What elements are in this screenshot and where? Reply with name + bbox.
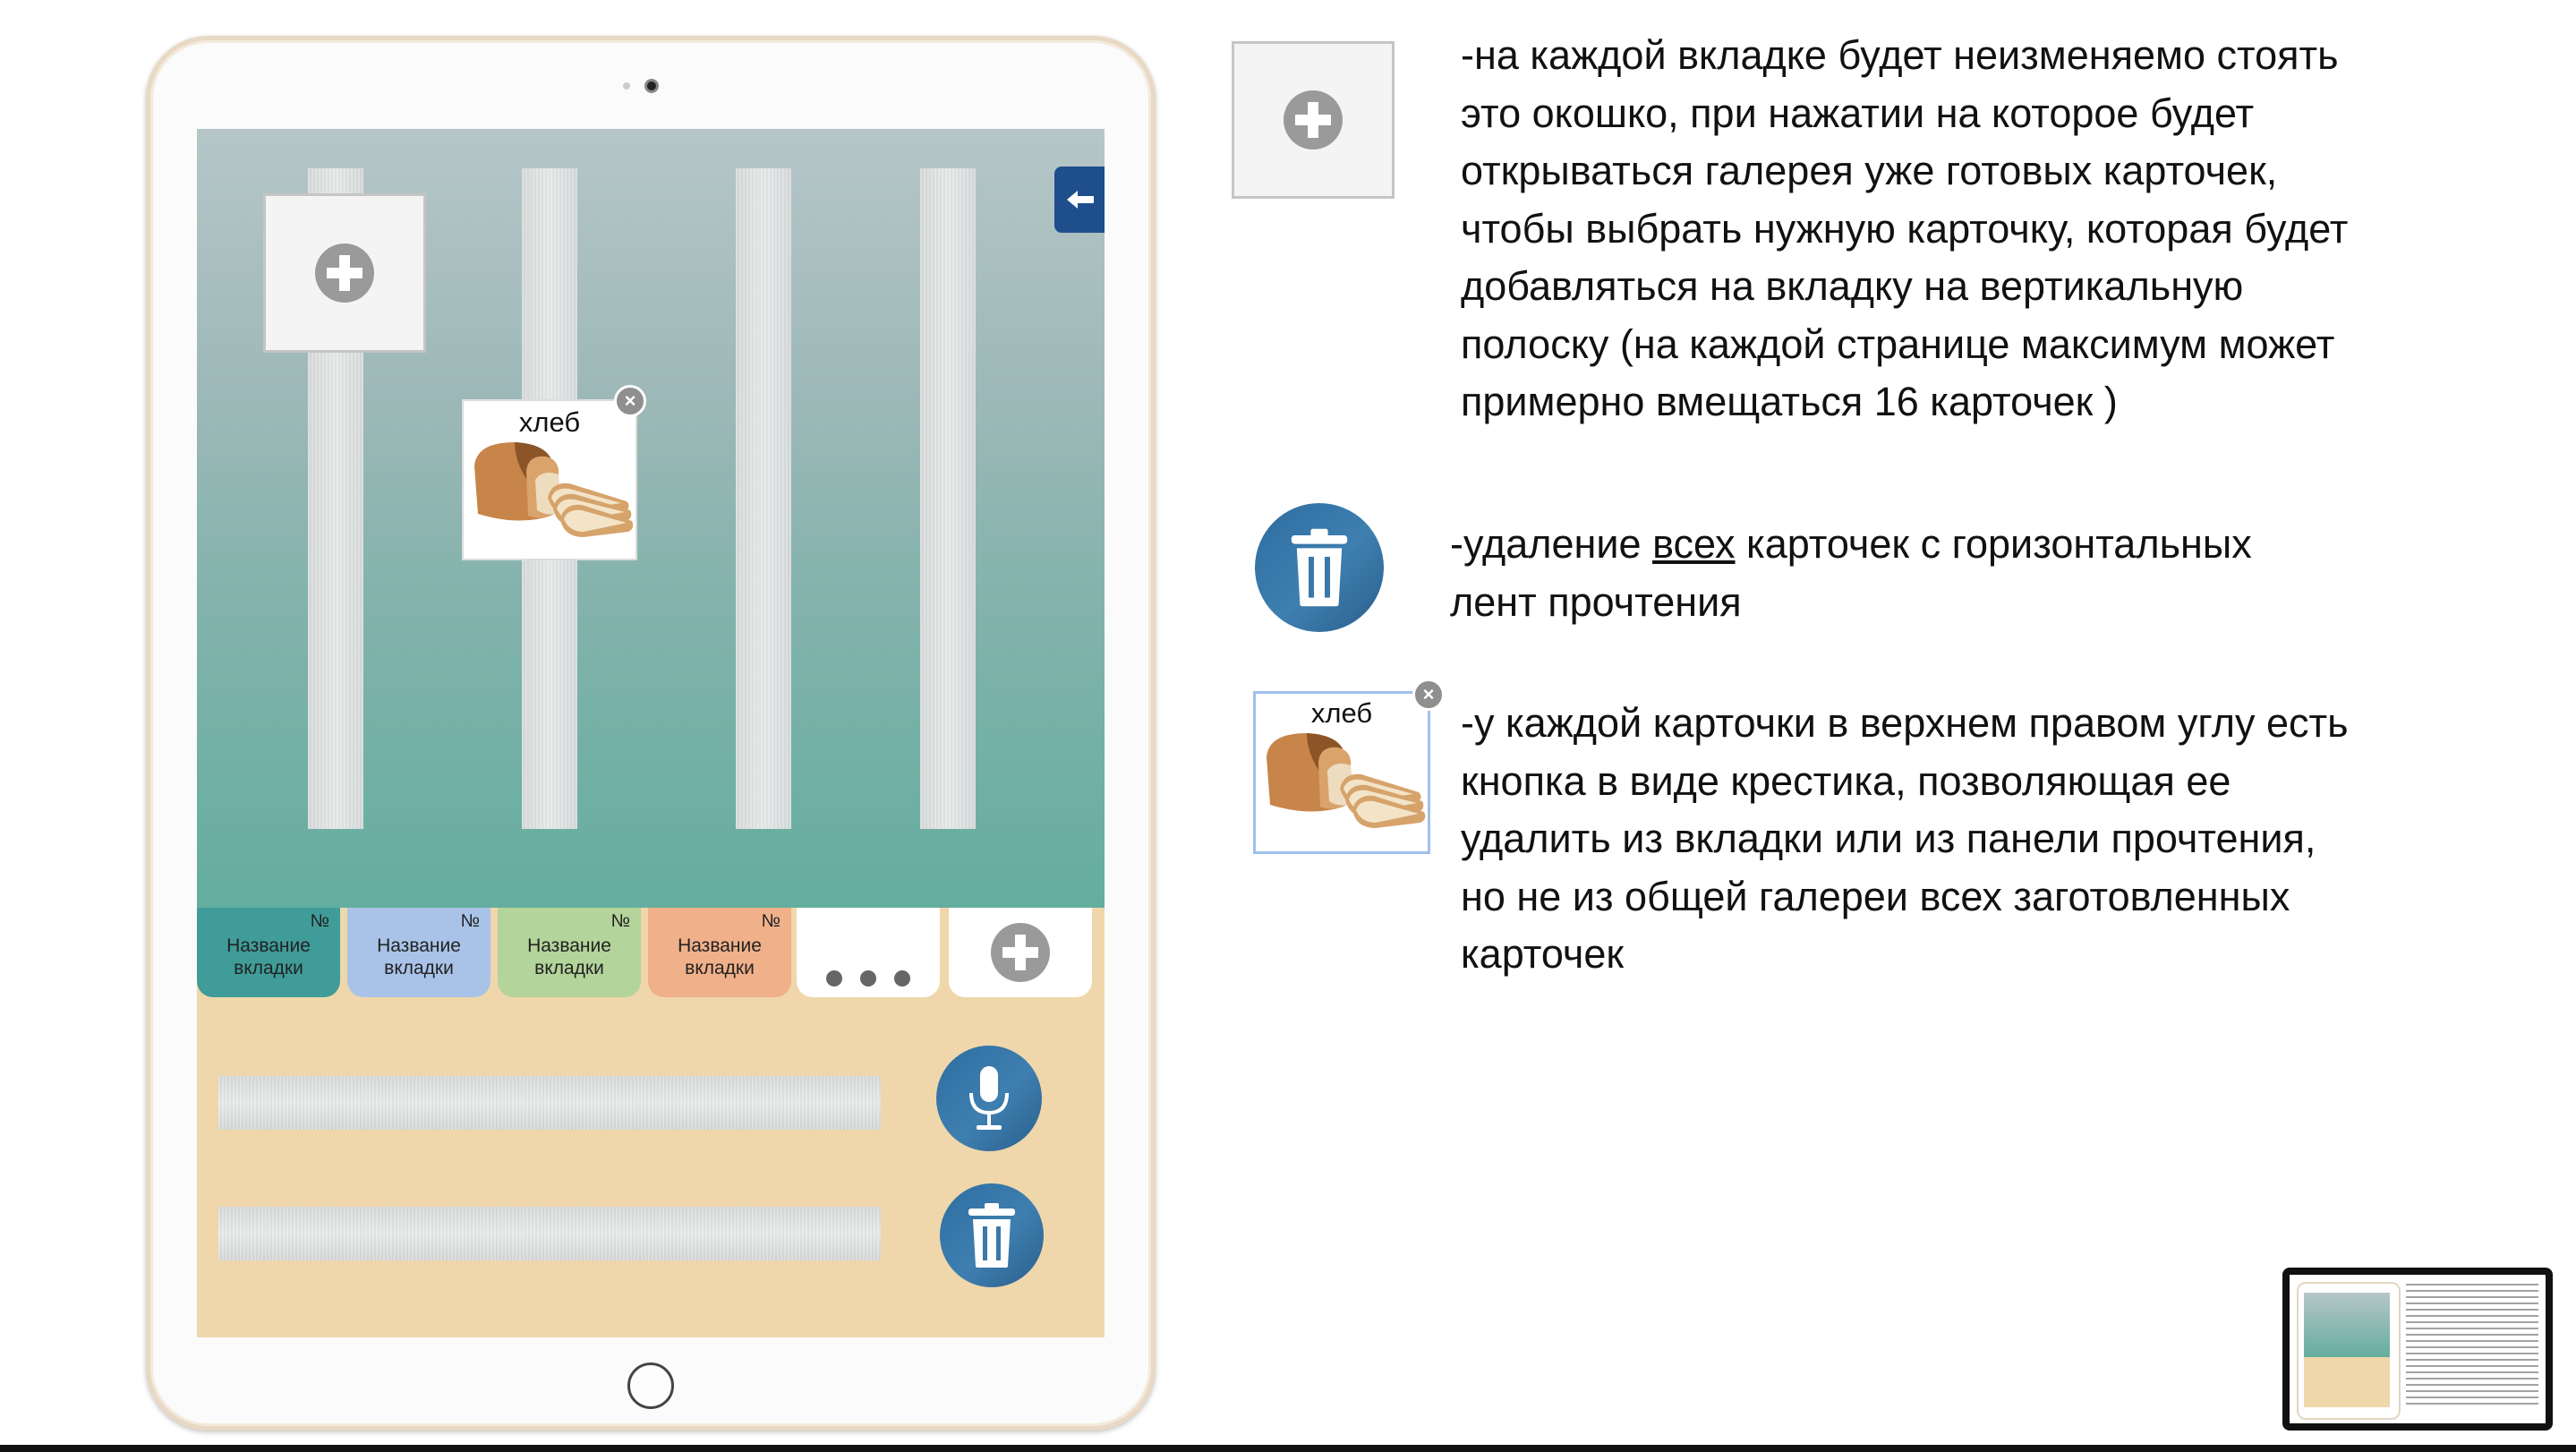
delete-all-sample (1255, 503, 1384, 632)
thumbnail-ipad (2297, 1282, 2401, 1420)
bread-icon (474, 442, 634, 537)
add-tab-button[interactable] (949, 908, 1092, 997)
tab-number: № (761, 911, 780, 931)
microphone-icon (969, 1066, 1009, 1130)
card-close-icon: × (1412, 679, 1445, 711)
card-sample: хлеб (1253, 691, 1430, 854)
add-card-sample (1232, 41, 1395, 199)
card-label: хлеб (518, 406, 581, 438)
card-label: хлеб (1310, 697, 1373, 729)
bread-icon (1267, 733, 1426, 828)
trash-icon (1291, 528, 1348, 607)
reading-strip[interactable] (218, 1207, 881, 1260)
plus-icon (991, 923, 1050, 982)
bottom-border (0, 1445, 2576, 1452)
note-card-close: -у каждой карточки в верхнем правом углу… (1461, 700, 2349, 977)
plus-icon (315, 243, 374, 303)
note-delete-underlined: всех (1652, 521, 1736, 567)
tab-1[interactable]: № Название вкладки (197, 908, 340, 997)
more-tabs-button[interactable] (797, 908, 940, 997)
more-icon (797, 970, 940, 987)
tab-2[interactable]: № Название вкладки (347, 908, 490, 997)
tab-label: Название вкладки (226, 935, 311, 978)
tab-4[interactable]: № Название вкладки (648, 908, 791, 997)
home-button[interactable] (627, 1362, 674, 1409)
app-screen: хлеб × № Название вкладки № Название вкл… (197, 129, 1105, 1337)
note-add-card: -на каждой вкладке будет неизменяемо сто… (1461, 32, 2349, 424)
slide-thumbnail-preview (2290, 1275, 2546, 1423)
card-close-icon[interactable]: × (614, 385, 646, 417)
tab-label: Название вкладки (527, 935, 611, 978)
plus-icon (1284, 90, 1343, 149)
reading-strip[interactable] (218, 1076, 881, 1130)
slide-thumbnail[interactable] (2282, 1268, 2553, 1431)
front-camera (644, 79, 659, 93)
tab-label: Название вкладки (377, 935, 461, 978)
vertical-strip[interactable] (736, 168, 791, 829)
back-button[interactable] (1054, 167, 1105, 233)
tab-label: Название вкладки (678, 935, 762, 978)
arrow-left-icon (1067, 191, 1094, 209)
thumbnail-text-lines (2406, 1284, 2538, 1409)
delete-all-button[interactable] (940, 1183, 1044, 1287)
tab-number: № (610, 911, 630, 931)
tab-3[interactable]: № Название вкладки (498, 908, 641, 997)
vertical-strip[interactable] (920, 168, 976, 829)
trash-icon (968, 1203, 1015, 1268)
card-bread[interactable]: хлеб (462, 399, 637, 560)
microphone-button[interactable] (936, 1046, 1042, 1151)
tab-number: № (460, 911, 480, 931)
front-sensor (623, 82, 630, 90)
add-card-button[interactable] (263, 193, 426, 353)
tab-number: № (310, 911, 329, 931)
note-delete-all: -удаление всех карточек с горизонтальных… (1450, 516, 2345, 631)
note-delete-prefix: -удаление (1450, 521, 1653, 567)
